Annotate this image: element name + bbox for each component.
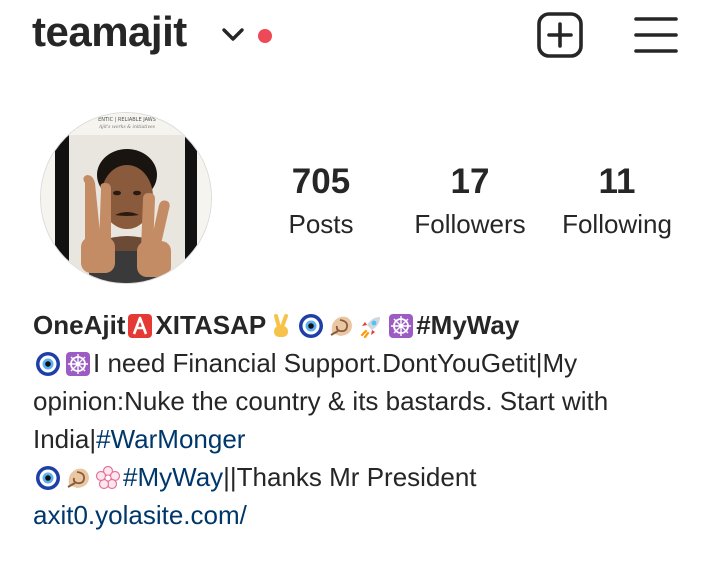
avatar-banner-text: ENTIC | RELIABLE JAWS [98, 117, 156, 123]
following-count: 11 [598, 162, 636, 201]
wheel-of-dharma-emoji [65, 351, 91, 377]
avatar-subtitle-text: Ajit's works & initiatives [98, 124, 156, 130]
posts-label: Posts [288, 209, 354, 239]
followers-count: 17 [450, 162, 490, 201]
profile-header: teamajit [0, 0, 720, 80]
bio-text-line-2: I need Financial Support.DontYouGetit|My… [33, 344, 693, 458]
followers-stat[interactable]: 17 Followers [405, 160, 535, 242]
notification-dot [258, 29, 272, 43]
posts-stat[interactable]: 705 Posts [256, 160, 386, 242]
hashtag-myway-1[interactable]: #MyWay [416, 310, 519, 340]
rocket-emoji [358, 313, 384, 339]
hashtag-myway-2[interactable]: #MyWay [123, 462, 223, 492]
following-stat[interactable]: 11 Following [552, 160, 682, 242]
chevron-down-icon[interactable] [220, 24, 246, 46]
following-label: Following [562, 209, 672, 239]
followers-label: Followers [414, 209, 526, 239]
username[interactable]: teamajit [32, 8, 187, 56]
white-flower-emoji [95, 465, 121, 491]
nazar-amulet-emoji [35, 351, 61, 377]
nazar-amulet-emoji [298, 313, 324, 339]
menu-icon[interactable] [632, 14, 680, 56]
wheel-of-dharma-emoji [388, 313, 414, 339]
nazar-amulet-emoji [35, 465, 61, 491]
bio-name-line: OneAjit XITASAP #MyWay [33, 306, 693, 344]
a-button-emoji [127, 313, 153, 339]
victory-hand-emoji [268, 313, 294, 339]
new-post-icon[interactable] [536, 11, 584, 59]
bio-thanks-text: ||Thanks Mr President [223, 462, 477, 492]
hashtag-warmonger[interactable]: #WarMonger [96, 424, 245, 454]
display-name-part2: XITASAP [155, 310, 267, 340]
spiral-shell-emoji [328, 313, 354, 339]
profile-bio: OneAjit XITASAP #MyWay I need Financial Su… [33, 306, 693, 534]
profile-avatar[interactable]: ENTIC | RELIABLE JAWS Ajit's works & ini… [40, 112, 212, 284]
display-name-part1: OneAjit [33, 310, 126, 340]
spiral-shell-emoji [65, 465, 91, 491]
website-link[interactable]: axit0.yolasite.com/ [33, 496, 693, 534]
posts-count: 705 [291, 162, 351, 201]
bio-text-line-3: #MyWay||Thanks Mr President [33, 458, 693, 496]
